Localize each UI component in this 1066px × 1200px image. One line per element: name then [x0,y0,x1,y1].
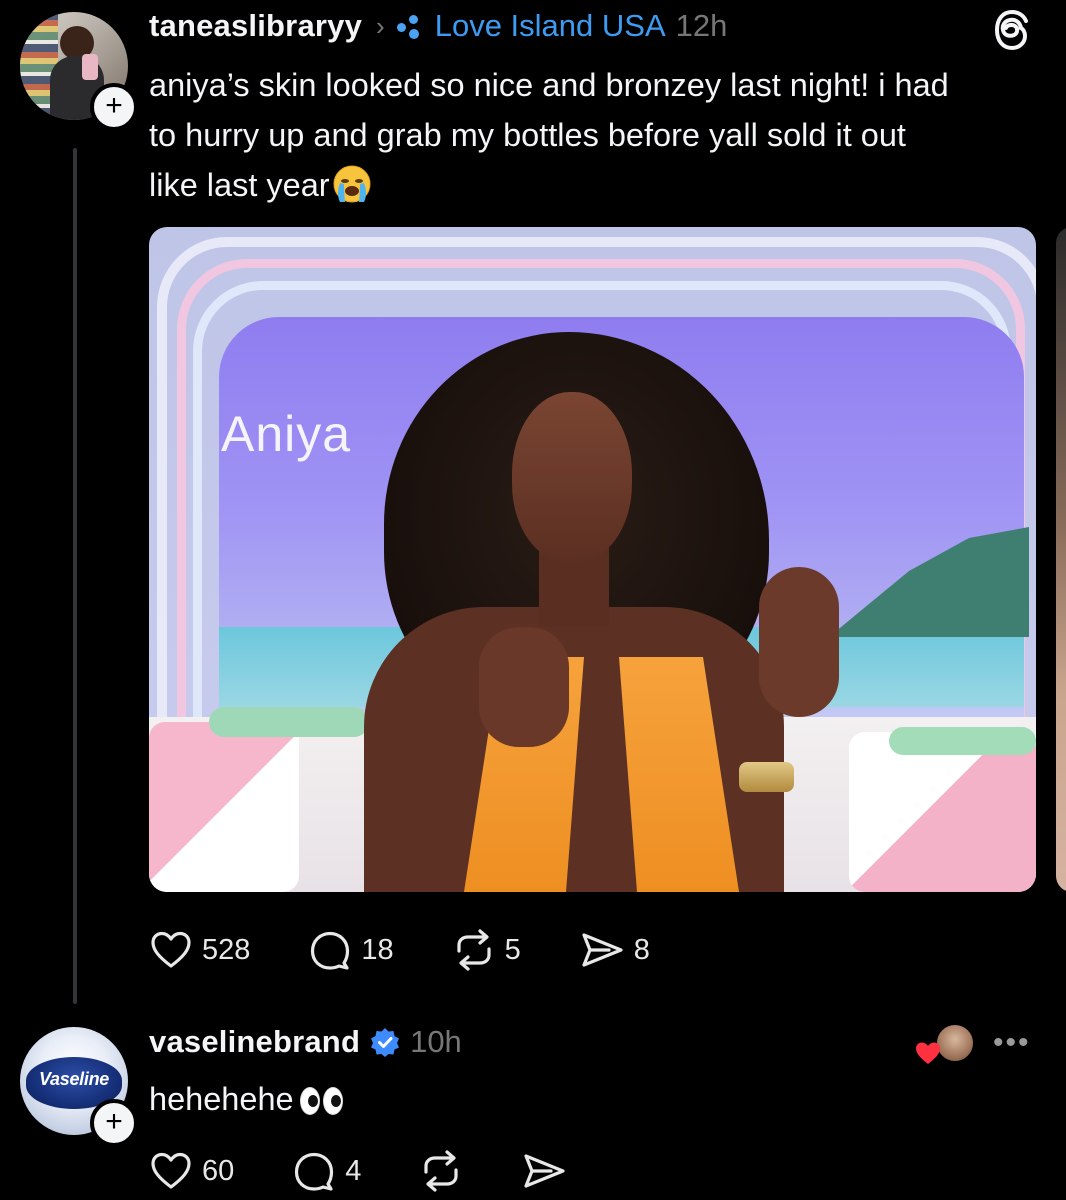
comment-button[interactable]: 4 [292,1150,361,1192]
post-media-image[interactable]: Aniya [149,227,1036,892]
like-button[interactable]: 528 [149,930,250,970]
eyes-emoji-icon [299,1087,343,1115]
post-text-line: aniya’s skin looked so nice and bronzey … [149,67,949,103]
share-button[interactable] [521,1151,567,1191]
thread-connector-line [73,148,77,1004]
reply-timestamp: 10h [410,1024,462,1059]
post-header: taneaslibraryy › Love Island USA 12h [149,4,727,48]
pink-cushion [849,732,1036,892]
repost-icon [457,929,491,971]
topic-icon [396,13,431,39]
post-text-line: to hurry up and grab my bottles before y… [149,117,906,153]
send-icon [524,1154,566,1188]
post-actions: 528 18 5 8 [149,928,650,972]
repost-button[interactable] [419,1150,463,1192]
chevron-right-icon: › [376,10,385,41]
threads-logo-icon[interactable] [990,7,1036,53]
reply-text: hehehehe [149,1081,294,1117]
vaseline-logo-text: Vaseline [39,1069,109,1089]
post-timestamp: 12h [675,8,728,43]
repost-button[interactable]: 5 [452,929,521,971]
like-count: 60 [202,1154,235,1187]
more-options-icon[interactable]: ••• [993,1026,1031,1060]
comment-icon [311,931,350,970]
like-count: 528 [202,933,251,966]
repost-count: 5 [504,933,521,966]
comment-count: 4 [345,1154,362,1187]
liked-heart-icon [916,1042,940,1064]
like-button[interactable]: 60 [149,1151,234,1191]
person-hand [479,627,569,747]
crying-emoji-icon [332,164,372,204]
repost-icon [424,1150,459,1192]
heart-icon [151,1152,191,1189]
green-cushion [209,707,369,737]
green-cushion [889,727,1036,755]
follow-plus-button[interactable]: + [90,1099,138,1147]
share-button[interactable]: 8 [579,930,650,970]
share-count: 8 [633,933,650,966]
media-name-caption: Aniya [221,406,352,462]
reply-actions: 60 4 [149,1149,567,1193]
next-media-preview[interactable] [1056,227,1066,892]
avatar-phone [82,54,98,80]
follow-plus-button[interactable]: + [90,83,138,131]
send-icon [582,933,623,967]
pink-cushion [149,722,299,892]
comment-button[interactable]: 18 [308,929,394,971]
reply-header: vaselinebrand 10h [149,1020,462,1064]
heart-icon [151,931,191,968]
post-body: aniya’s skin looked so nice and bronzey … [149,60,1049,210]
post-text-fragment: like last year [149,167,330,203]
gold-armband [739,762,794,792]
person-face [512,392,632,562]
post-text-line: like last year [149,160,1049,210]
person-hand [759,567,839,717]
verified-badge-icon [371,1028,400,1057]
topic-link[interactable]: Love Island USA [435,8,666,44]
post-username[interactable]: taneaslibraryy [149,8,362,44]
reply-body: hehehehe [149,1075,343,1123]
comment-count: 18 [361,933,394,966]
reply-username[interactable]: vaselinebrand [149,1024,360,1060]
comment-icon [295,1152,334,1191]
